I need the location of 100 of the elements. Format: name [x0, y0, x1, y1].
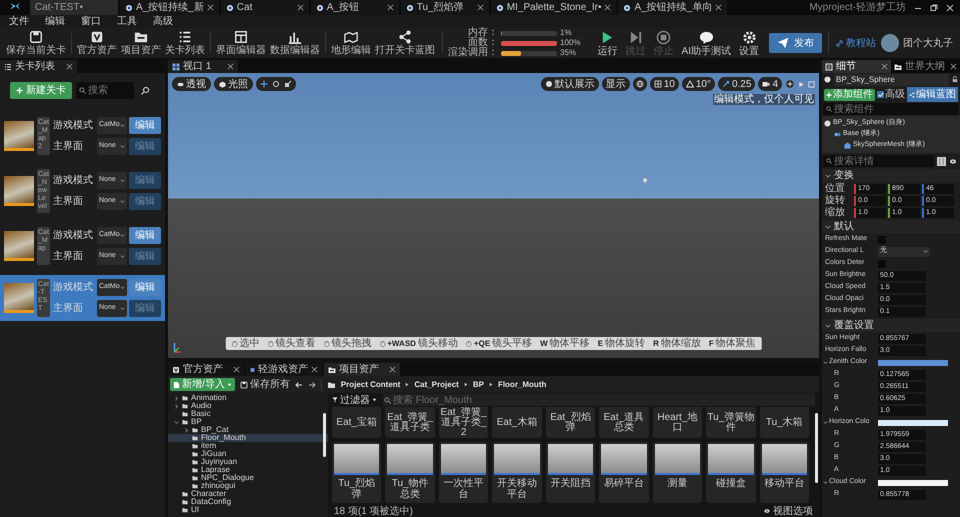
asset-card[interactable]: Tu_烈焰弹: [332, 442, 382, 503]
editor-tab[interactable]: A_按钮持续_单向: [618, 0, 728, 15]
panel-tab[interactable]: 细节: [822, 60, 891, 73]
asset-card[interactable]: 开关阻挡: [546, 442, 596, 503]
folder-item[interactable]: Juyinyuan: [168, 458, 328, 466]
editor-tab[interactable]: Cat: [220, 0, 309, 15]
folder-item[interactable]: UI: [168, 506, 328, 514]
toolbar-button[interactable]: 项目资产: [119, 28, 163, 58]
menu-item[interactable]: 窗口: [81, 16, 101, 27]
breadcrumb-link[interactable]: Project Content: [340, 378, 400, 390]
toolbar-button[interactable]: 运行: [594, 28, 622, 58]
edit-button[interactable]: 编辑: [129, 279, 161, 296]
toolbar-button[interactable]: 地形编辑: [329, 28, 373, 58]
toolbar-button[interactable]: 官方资产: [75, 28, 119, 58]
asset-card-label[interactable]: Tu_弹簧物件: [706, 407, 756, 438]
search-field[interactable]: 搜索 Floor_Mouth: [383, 394, 815, 406]
detail-search-field[interactable]: 搜索详情: [823, 155, 934, 167]
viewport-control[interactable]: 4: [758, 77, 782, 91]
asset-card-label[interactable]: Heart_地口: [652, 407, 702, 438]
panel-tab[interactable]: 轻游戏资产: [246, 363, 322, 376]
panel-tab[interactable]: 项目资产: [324, 363, 400, 376]
toolbar-button[interactable]: 保存当前关卡: [4, 28, 68, 58]
editor-tab[interactable]: A_按钮持续_新: [120, 0, 219, 15]
object-name-field[interactable]: BP_Sky_Sphere: [834, 74, 949, 86]
component-search-field[interactable]: 搜索组件: [823, 103, 959, 115]
add-import-button[interactable]: 新增/导入: [170, 378, 235, 391]
add-component-button[interactable]: 添加组件: [824, 88, 875, 100]
editor-tab[interactable]: MI_Palette_Stone_Ir•: [490, 0, 616, 15]
asset-card-label[interactable]: Eat_烈焰弹: [546, 407, 596, 438]
asset-card-label[interactable]: Eat_宝箱: [332, 407, 382, 438]
folder-item[interactable]: item: [168, 442, 328, 450]
asset-card-label[interactable]: Eat_木箱: [492, 407, 542, 438]
edit-blueprint-button[interactable]: 编辑蓝图: [907, 87, 958, 102]
asset-card-label[interactable]: Eat_弹簧_道具子类_2: [438, 407, 488, 438]
menu-item[interactable]: 高级: [153, 16, 173, 27]
folder-item[interactable]: Character: [168, 490, 328, 498]
asset-card[interactable]: 一次性平台: [438, 442, 488, 503]
asset-card-label[interactable]: Eat_道具总类: [599, 407, 649, 438]
shortcut-label: 物体旋转: [605, 336, 646, 351]
asset-card-label[interactable]: Tu_木箱: [760, 407, 809, 438]
stat-reading: 1%: [560, 28, 573, 38]
shortcut-label: 镜头平移: [492, 336, 532, 351]
viewport-control[interactable]: 10°: [682, 77, 715, 91]
asset-card[interactable]: 碰撞盒: [706, 442, 756, 503]
toolbar-button[interactable]: 关卡列表: [163, 28, 207, 58]
save-all-button[interactable]: 保存所有: [240, 377, 290, 392]
folder-item[interactable]: NPC_Dialogue: [168, 474, 328, 482]
folder-item[interactable]: Audio: [168, 402, 328, 410]
folder-item[interactable]: Floor_Mouth: [168, 434, 328, 442]
edit-button[interactable]: 编辑: [129, 227, 161, 244]
asset-card[interactable]: 开关移动平台: [492, 442, 542, 503]
toolbar-button[interactable]: 设置: [735, 28, 763, 58]
breadcrumb-link[interactable]: Floor_Mouth: [498, 378, 546, 390]
menu-item[interactable]: 工具: [117, 16, 137, 27]
viewport-control[interactable]: 显示: [602, 77, 630, 91]
folder-item[interactable]: BP_Cat: [168, 426, 328, 434]
toolbar-button[interactable]: 界面编辑器: [214, 28, 268, 58]
search-field[interactable]: 搜索: [76, 82, 134, 98]
folder-item[interactable]: Laprase: [168, 466, 328, 474]
panel-tab[interactable]: 官方资产: [168, 363, 244, 376]
section-header[interactable]: 变换: [822, 169, 960, 182]
asset-card-label[interactable]: Eat_弹簧_道具子类: [385, 407, 435, 438]
filter-button[interactable]: 过滤器: [332, 392, 377, 408]
tutorial-link[interactable]: 教程站: [835, 36, 876, 50]
shortcut-label: 镜头移动: [418, 336, 458, 351]
section-header[interactable]: 默认: [822, 220, 960, 233]
view-options-button[interactable]: 视图选项: [763, 504, 813, 517]
folder-item[interactable]: BP: [168, 418, 328, 426]
new-level-button[interactable]: 新建关卡: [10, 82, 72, 98]
breadcrumb-link[interactable]: Cat_Project: [414, 378, 459, 390]
viewport-control[interactable]: 透视: [172, 77, 211, 91]
editor-tab[interactable]: Cat-TEST•: [30, 0, 118, 15]
viewport-control[interactable]: 0.25: [718, 77, 756, 91]
toolbar-button[interactable]: AI助手测试: [678, 28, 735, 58]
folder-item[interactable]: Basic: [168, 410, 328, 418]
editor-tab[interactable]: A_按钮: [310, 0, 399, 15]
toolbar-button[interactable]: 数据编辑器: [268, 28, 322, 58]
editor-tab[interactable]: Tu_烈焰弹: [400, 0, 489, 15]
viewport-control[interactable]: 默认展示: [540, 77, 599, 91]
breadcrumb-link[interactable]: BP: [472, 378, 484, 390]
viewport-control[interactable]: 10: [650, 77, 679, 91]
edit-button[interactable]: 编辑: [129, 117, 161, 134]
folder-item[interactable]: Animation: [168, 394, 328, 402]
menu-item[interactable]: 编辑: [45, 16, 65, 27]
asset-card[interactable]: 易碎平台: [599, 442, 649, 503]
advanced-checkbox[interactable]: 高级: [877, 87, 905, 102]
asset-card[interactable]: 移动平台: [760, 442, 809, 503]
panel-tab[interactable]: 视口 1: [168, 60, 238, 73]
asset-card[interactable]: Tu_物件总类: [385, 442, 435, 503]
publish-button[interactable]: 发布: [769, 33, 822, 53]
asset-card[interactable]: 测量: [652, 442, 702, 503]
panel-tab[interactable]: 关卡列表: [0, 60, 77, 73]
section-header[interactable]: 覆盖设置: [822, 319, 960, 332]
menu-item[interactable]: 文件: [9, 16, 29, 27]
folder-item[interactable]: zhinuogui: [168, 482, 328, 490]
viewport-control[interactable]: 光照: [214, 77, 253, 91]
folder-item[interactable]: DataConfig: [168, 498, 328, 506]
property-label: 位置: [825, 182, 845, 194]
folder-item[interactable]: JiGuan: [168, 450, 328, 458]
toolbar-button[interactable]: 打开关卡蓝图: [373, 28, 437, 58]
